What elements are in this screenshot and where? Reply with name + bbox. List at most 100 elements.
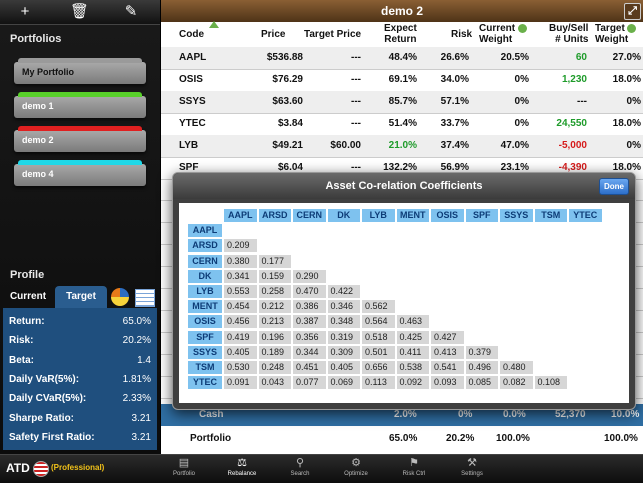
matrix-cell: 0.387 xyxy=(293,315,326,329)
matrix-cell: 0.348 xyxy=(327,315,360,329)
left-toolbar: + 🗑 ✎ xyxy=(0,0,160,25)
col-expect-return-line1: Expect xyxy=(384,23,417,34)
matrix-cell: 0.656 xyxy=(362,361,395,374)
matrix-cell: 0.541 xyxy=(431,361,464,374)
col-expect-return[interactable]: Expect Return xyxy=(384,23,417,45)
matrix-cell: 0.319 xyxy=(327,330,360,344)
search-icon: ⚲ xyxy=(295,457,305,469)
tab-target[interactable]: Target xyxy=(55,286,107,308)
table-grid-icon[interactable] xyxy=(135,289,155,307)
matrix-cell: 0.422 xyxy=(327,285,360,298)
sort-toggle-icon[interactable] xyxy=(518,24,527,33)
matrix-col-header: SPF xyxy=(465,209,498,222)
portfolio-target-weight: 100.0% xyxy=(604,433,638,444)
col-target-weight[interactable]: Target Weight xyxy=(595,23,628,45)
matrix-cell: 0.344 xyxy=(293,345,326,359)
cell-risk: 34.0% xyxy=(440,74,469,85)
portfolio-item[interactable]: My Portfolio xyxy=(14,58,146,84)
cell-current-weight: 47.0% xyxy=(500,140,529,151)
matrix-cell: 0.518 xyxy=(362,330,395,344)
matrix-cell: 0.530 xyxy=(224,361,257,374)
col-risk[interactable]: Risk xyxy=(451,29,472,40)
matrix-cell: 0.209 xyxy=(224,239,257,253)
cell-current-weight: 0% xyxy=(514,118,529,129)
matrix-cell: 0.077 xyxy=(293,376,326,390)
cell-target-weight: 0% xyxy=(626,140,641,151)
matrix-row-header: SSYS xyxy=(188,345,222,359)
cell-expect-return: 85.7% xyxy=(388,96,417,107)
table-row[interactable]: SSYS $63.60 --- 85.7% 57.1% 0% --- 0% xyxy=(161,91,643,114)
matrix-row-header: YTEC xyxy=(188,376,222,390)
col-code[interactable]: Code xyxy=(179,29,204,40)
matrix-col-header: YTEC xyxy=(569,209,602,222)
cell-buysell: 60 xyxy=(575,52,587,63)
table-header: Code Price Target Price Expect Return Ri… xyxy=(161,21,643,48)
nav-portfolio[interactable]: ▤ Portfolio xyxy=(160,457,208,481)
nav-rebalance[interactable]: ⚖ Rebalance xyxy=(218,457,266,481)
metric-value: 65.0% xyxy=(122,316,151,327)
matrix-cell: 0.091 xyxy=(224,376,257,390)
col-buysell[interactable]: Buy/Sell # Units xyxy=(549,23,588,45)
matrix-cell: 0.480 xyxy=(500,361,533,374)
nav-search[interactable]: ⚲ Search xyxy=(276,457,324,481)
col-target-price[interactable]: Target Price xyxy=(304,29,361,40)
cell-code: LYB xyxy=(179,140,199,151)
matrix-cell: 0.189 xyxy=(258,345,291,359)
metric-row: Daily CVaR(5%): 2.33% xyxy=(9,393,151,412)
portfolios-heading: Portfolios xyxy=(10,33,62,45)
matrix-row-header: LYB xyxy=(188,285,222,298)
portfolio-item[interactable]: demo 2 xyxy=(14,126,146,152)
matrix-cell: 0.341 xyxy=(224,269,257,283)
matrix-cell: 0.346 xyxy=(327,300,360,314)
matrix-row-header: DK xyxy=(188,269,222,283)
table-row[interactable]: OSIS $76.29 --- 69.1% 34.0% 0% 1,230 18.0% xyxy=(161,69,643,92)
metric-row: Risk: 20.2% xyxy=(9,335,151,354)
metric-value: 1.4 xyxy=(137,354,151,366)
edit-icon[interactable]: ✎ xyxy=(122,3,140,21)
matrix-cell: 0.496 xyxy=(465,361,498,374)
matrix-cell: 0.470 xyxy=(293,285,326,298)
nav-settings[interactable]: ⚒ Settings xyxy=(448,457,496,481)
tab-current[interactable]: Current xyxy=(3,286,53,308)
cell-risk: 57.1% xyxy=(440,96,469,107)
cell-current-weight: 0% xyxy=(514,96,529,107)
bottom-tab-bar: ATD (Professional) ▤ Portfolio ⚖ Rebalance ⚲… xyxy=(0,454,643,483)
matrix-cell: 0.196 xyxy=(258,330,291,344)
col-expect-return-line2: Return xyxy=(384,34,417,45)
table-row[interactable]: LYB $49.21 $60.00 21.0% 37.4% 47.0% -5,000 0% xyxy=(161,135,643,158)
nav-risk-ctrl[interactable]: ⚑ Risk Ctrl xyxy=(390,457,438,481)
metric-value: 1.81% xyxy=(122,373,151,385)
nav-label: Portfolio xyxy=(172,471,195,477)
matrix-cell: 0.092 xyxy=(396,376,429,390)
matrix-cell: 0.258 xyxy=(258,285,291,298)
cell-price: $49.21 xyxy=(272,140,303,151)
trash-icon[interactable]: 🗑 xyxy=(70,3,89,21)
table-row[interactable]: AAPL $536.88 --- 48.4% 26.6% 20.5% 60 27.0% xyxy=(161,47,643,70)
col-buysell-line1: Buy/Sell xyxy=(549,23,589,34)
done-button[interactable]: Done xyxy=(599,178,629,195)
col-current-weight-line2: Weight xyxy=(479,34,513,45)
matrix-cell: 0.463 xyxy=(396,315,429,329)
metric-value: 2.33% xyxy=(122,393,151,405)
table-row[interactable]: YTEC $3.84 --- 51.4% 33.7% 0% 24,550 18.0% xyxy=(161,113,643,136)
portfolio-item[interactable]: demo 1 xyxy=(14,92,146,118)
metric-label: Daily VaR(5%): xyxy=(9,373,80,385)
portfolio-item[interactable]: demo 4 xyxy=(14,160,146,186)
expand-icon[interactable]: ⤢ xyxy=(624,3,641,20)
add-icon[interactable]: + xyxy=(16,3,34,21)
cell-code: SSYS xyxy=(179,96,206,107)
pie-chart-icon[interactable] xyxy=(111,288,129,306)
nav-optimize[interactable]: ⚙ Optimize xyxy=(332,457,380,481)
metric-label: Sharpe Ratio: xyxy=(9,412,75,424)
profile-heading: Profile xyxy=(10,269,45,281)
sort-up-icon[interactable] xyxy=(209,21,219,28)
col-current-weight[interactable]: Current Weight xyxy=(479,23,515,45)
sort-toggle-icon[interactable] xyxy=(627,24,636,33)
portfolio-item-label: demo 1 xyxy=(22,101,54,111)
correlation-popup: Asset Co-relation Coefficients Done AAPL… xyxy=(172,172,636,410)
col-price[interactable]: Price xyxy=(261,29,285,40)
folder-tab-color xyxy=(18,160,142,165)
cell-current-weight: 0% xyxy=(514,74,529,85)
col-target-weight-line2: Weight xyxy=(595,34,629,45)
matrix-cell: 0.427 xyxy=(431,330,464,344)
